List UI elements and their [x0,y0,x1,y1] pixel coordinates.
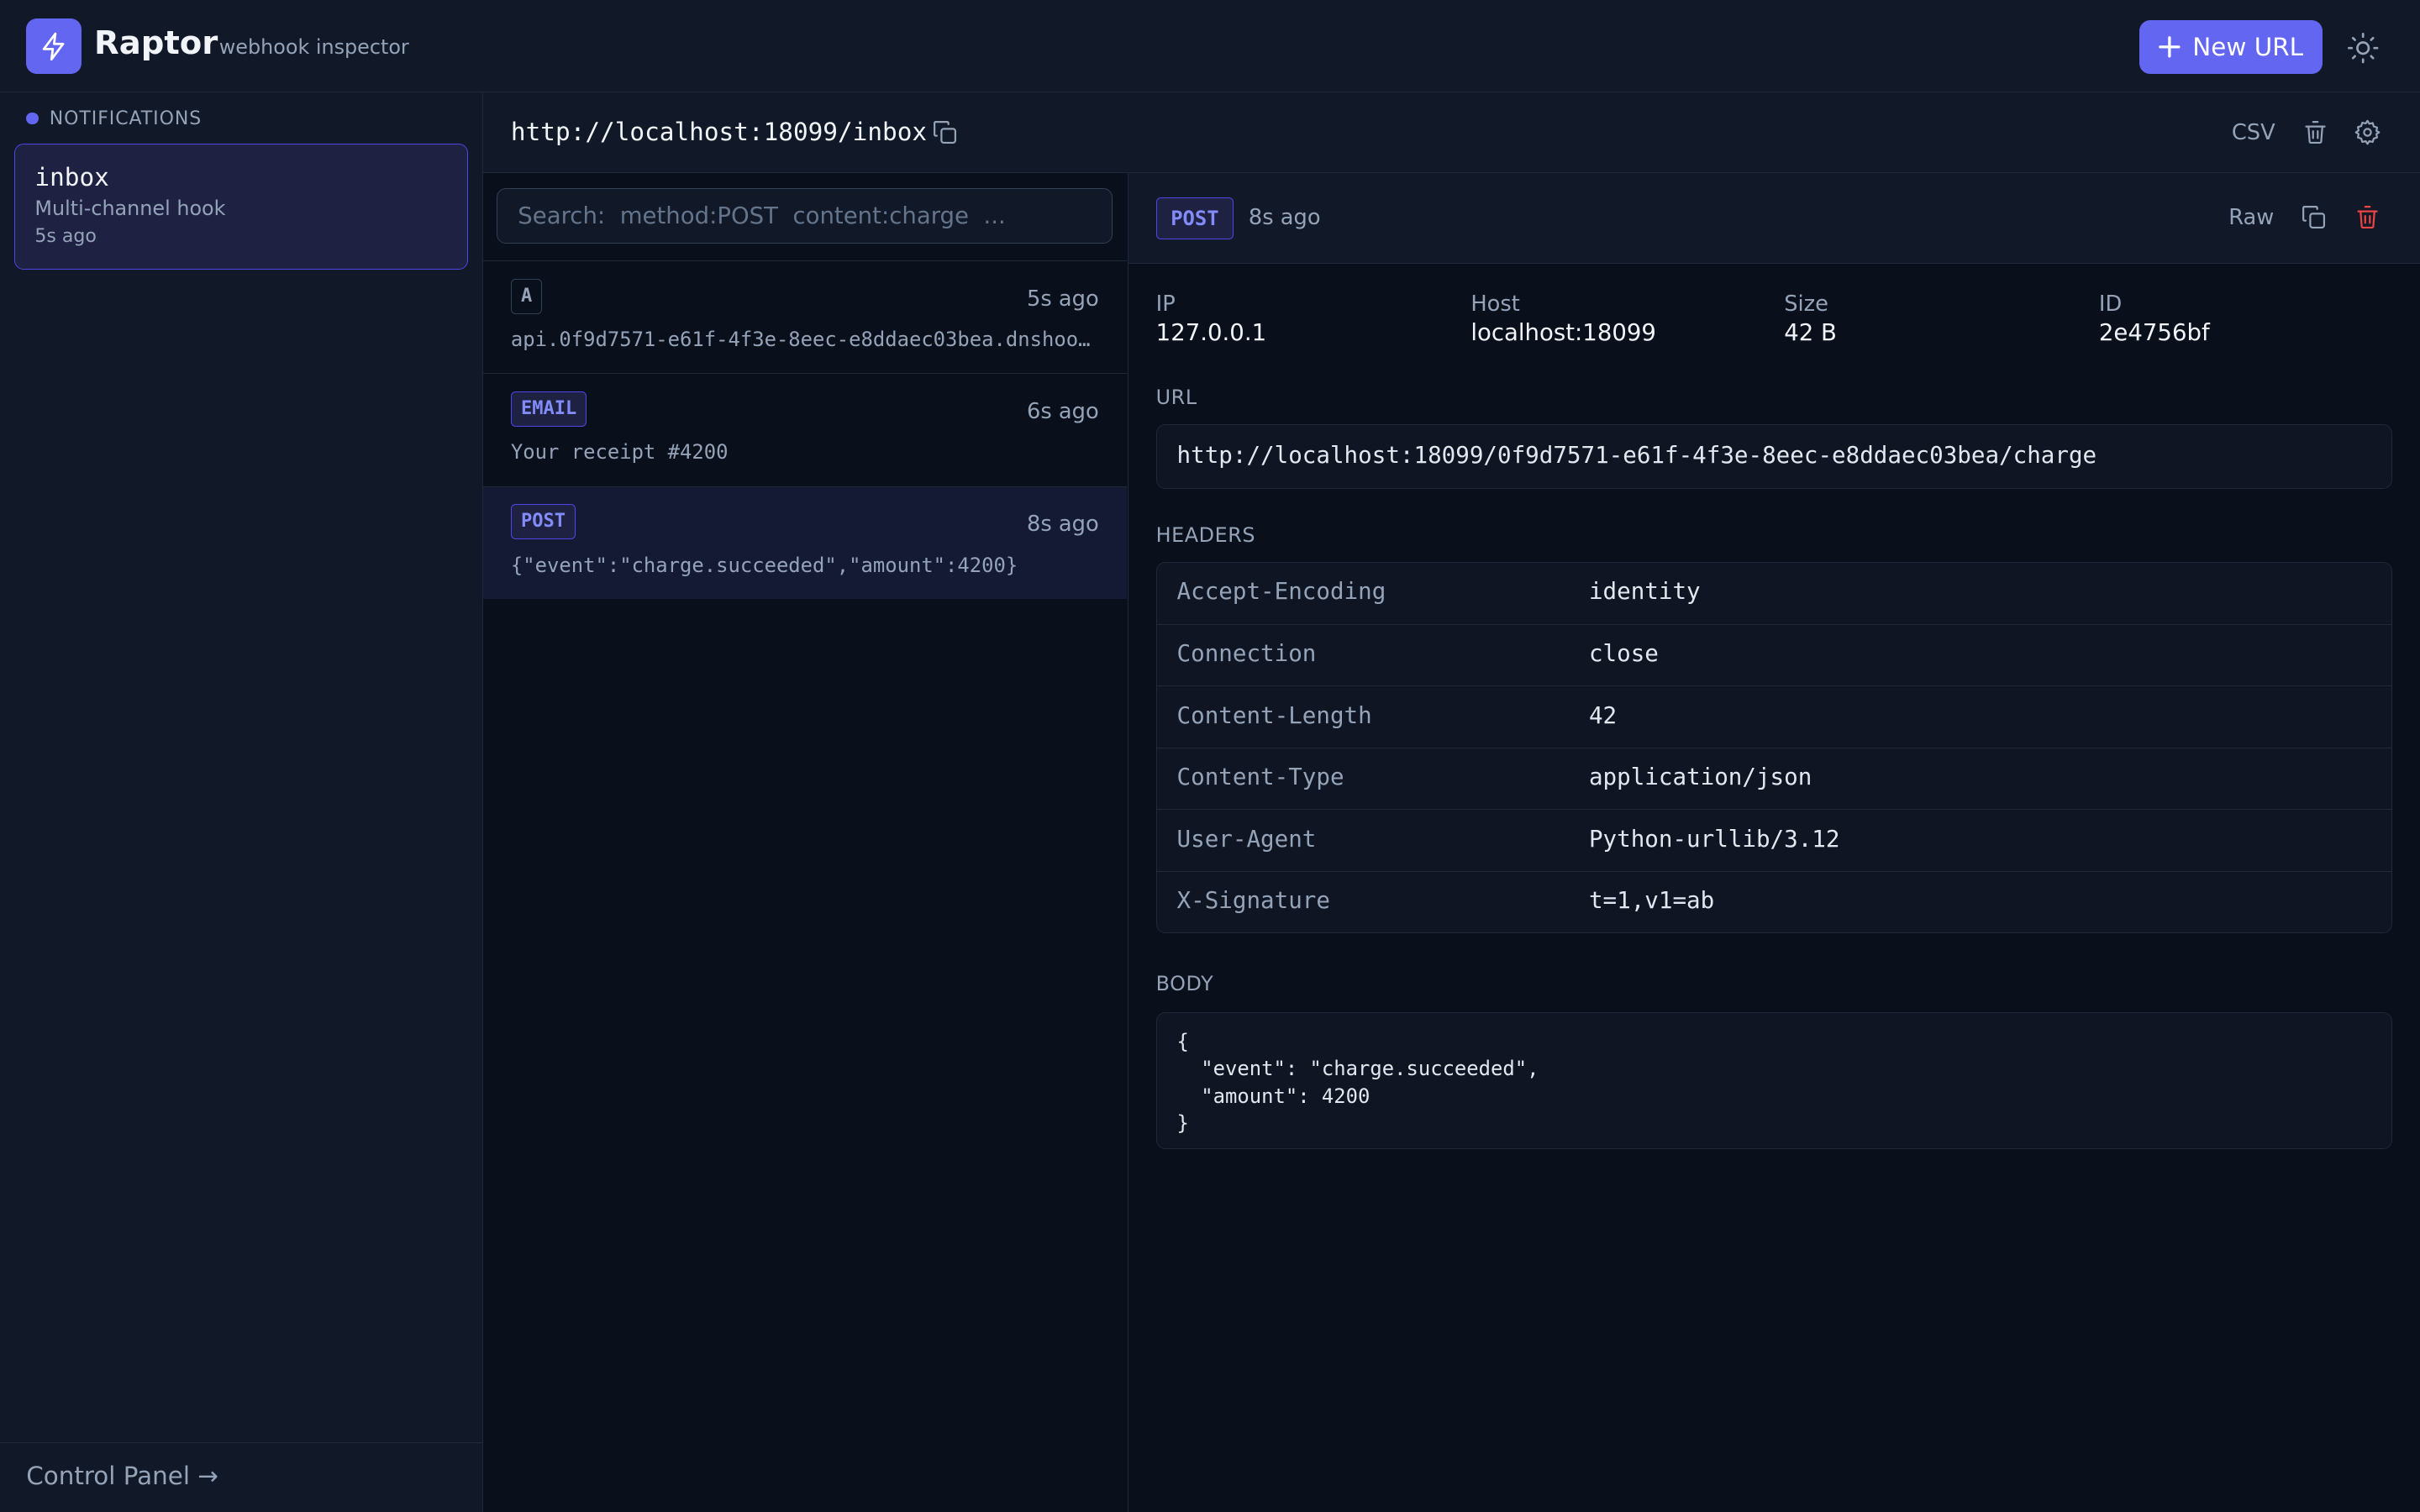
app-header: Raptor webhook inspector New URL [0,0,2420,93]
plus-icon [2159,36,2181,58]
url-section-label: URL [1155,386,1197,410]
section-title: NOTIFICATIONS [49,108,203,129]
table-row: X-Signature t=1,v1=ab [1156,870,2391,932]
app-name: Raptor [94,24,218,63]
status-dot [26,112,39,125]
csv-export-button[interactable]: CSV [2232,120,2275,145]
search-input[interactable] [497,188,1113,244]
header-key: Content-Length [1176,701,1372,729]
control-panel-link[interactable]: Control Panel → [26,1462,218,1490]
method-badge: POST [1155,197,1234,239]
header-key: Connection [1176,640,1317,668]
meta-label-host: Host [1470,291,1520,318]
trash-icon[interactable] [2302,118,2329,146]
request-url: http://localhost:18099/0f9d7571-e61f-4f3… [1176,442,2097,470]
sidebar: NOTIFICATIONS inbox Multi-channel hook 5… [0,92,483,1512]
header-key: Accept-Encoding [1176,577,1386,605]
table-row: User-Agent Python-urllib/3.12 [1156,809,2391,870]
email-badge: EMAIL [510,391,587,427]
gear-icon[interactable] [2354,118,2381,146]
headers-table: Accept-Encoding identity Connection clos… [1155,561,2392,934]
post-badge: POST [510,503,576,539]
header-key: X-Signature [1176,887,1330,915]
header-key: User-Agent [1176,825,1317,853]
body-box: { "event": "charge.succeeded", "amount":… [1155,1011,2392,1150]
meta-value-size: 42 B [1784,319,1837,347]
trash-icon[interactable] [2354,203,2381,231]
meta-label-id: ID [2098,291,2123,318]
meta-value-ip: 127.0.0.1 [1155,319,1267,347]
table-row: Content-Length 42 [1156,685,2391,747]
body-section-label: BODY [1155,972,1214,996]
list-item[interactable]: A 5s ago api.0f9d7571-e61f-4f3e-8eec-e8d… [482,260,1127,373]
request-detail: POST 8s ago Raw IP 127.0.0.1 Host localh… [1128,172,2420,1512]
list-item[interactable]: POST 8s ago {"event":"charge.succeeded",… [482,486,1127,599]
request-summary: {"event":"charge.succeeded","amount":420… [510,553,1018,577]
request-time: 6s ago [1027,398,1099,424]
request-summary: api.0f9d7571-e61f-4f3e-8eec-e8ddaec03bea… [510,328,1097,352]
inbox-url: http://localhost:18099/inbox [510,117,928,146]
sidebar-item-inbox[interactable]: inbox Multi-channel hook 5s ago [13,143,468,270]
header-value: identity [1588,577,1701,605]
detail-header: POST 8s ago Raw [1128,172,2420,265]
detail-time: 8s ago [1248,205,1321,231]
request-time: 5s ago [1027,286,1099,312]
table-row: Connection close [1156,624,2391,685]
list-item[interactable]: EMAIL 6s ago Your receipt #4200 [482,373,1127,486]
sidebar-section-header: NOTIFICATIONS [26,108,202,129]
copy-icon[interactable] [931,118,959,146]
header-value: t=1,v1=ab [1588,887,1715,915]
sidebar-footer: Control Panel → [0,1442,483,1512]
header-value: 42 [1588,701,1618,729]
new-url-label: New URL [2192,33,2303,62]
dns-badge: A [510,278,543,314]
request-time: 8s ago [1027,511,1099,537]
bolt-icon[interactable] [26,18,82,75]
request-list: A 5s ago api.0f9d7571-e61f-4f3e-8eec-e8d… [482,172,1128,1512]
header-value: Python-urllib/3.12 [1588,825,1840,853]
raw-button[interactable]: Raw [2228,205,2274,230]
header-value: application/json [1588,764,1812,791]
meta-label-size: Size [1784,291,1828,318]
request-summary: Your receipt #4200 [510,440,729,465]
meta-value-id: 2e4756bf [2098,319,2210,347]
headers-section-label: HEADERS [1155,522,1256,547]
sun-icon[interactable] [2346,31,2380,65]
table-row: Content-Type application/json [1156,747,2391,809]
header-key: Content-Type [1176,764,1344,791]
app-tagline: webhook inspector [218,35,409,60]
endpoint-name: inbox [34,162,109,192]
new-url-button[interactable]: New URL [2139,19,2323,75]
inbox-url-bar: http://localhost:18099/inbox CSV [482,92,2420,173]
request-body: { "event": "charge.succeeded", "amount":… [1176,1030,1539,1135]
header-value: close [1588,640,1659,668]
request-url-box: http://localhost:18099/0f9d7571-e61f-4f3… [1155,424,2392,490]
copy-icon[interactable] [2300,203,2328,231]
table-row: Accept-Encoding identity [1157,563,2391,624]
meta-value-host: localhost:18099 [1470,319,1656,347]
endpoint-description: Multi-channel hook [34,197,226,221]
endpoint-time: 5s ago [34,226,97,248]
meta-label-ip: IP [1155,291,1176,318]
